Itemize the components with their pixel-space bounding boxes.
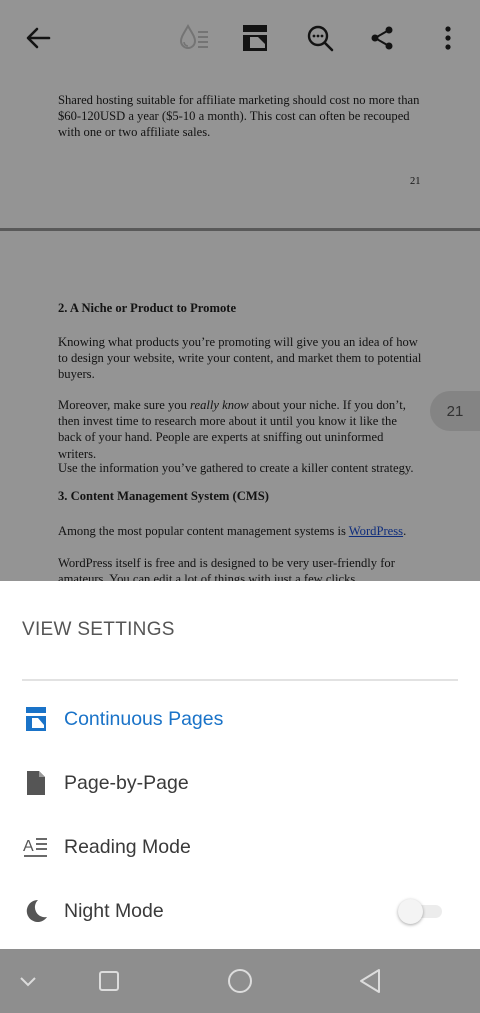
- option-page-by-page[interactable]: Page-by-Page: [0, 755, 480, 811]
- option-label: Continuous Pages: [64, 707, 224, 730]
- back-triangle-icon[interactable]: [350, 961, 390, 1001]
- option-night-mode[interactable]: Night Mode: [0, 883, 480, 939]
- home-circle-icon[interactable]: [220, 961, 260, 1001]
- option-label: Page-by-Page: [64, 771, 189, 794]
- option-continuous-pages[interactable]: Continuous Pages: [0, 691, 480, 747]
- option-reading-mode[interactable]: A Reading Mode: [0, 819, 480, 875]
- sheet-divider: [22, 679, 458, 681]
- reading-mode-icon: A: [22, 833, 50, 861]
- toggle-knob: [398, 899, 423, 924]
- collapse-chevron-icon[interactable]: [8, 961, 48, 1001]
- option-label: Reading Mode: [64, 835, 191, 858]
- document-viewer[interactable]: Shared hosting suitable for affiliate ma…: [0, 0, 480, 581]
- moon-icon: [22, 897, 50, 925]
- single-page-icon: [22, 769, 50, 797]
- modal-scrim[interactable]: [0, 0, 480, 581]
- system-navigation-bar: [0, 949, 480, 1013]
- view-settings-sheet: VIEW SETTINGS Continuous Pages Page-by-P…: [0, 581, 480, 949]
- option-label: Night Mode: [64, 899, 164, 922]
- svg-text:A: A: [23, 838, 34, 855]
- sheet-title: VIEW SETTINGS: [22, 619, 175, 640]
- continuous-pages-icon: [22, 705, 50, 733]
- night-mode-toggle[interactable]: [398, 897, 444, 925]
- recents-square-icon[interactable]: [89, 961, 129, 1001]
